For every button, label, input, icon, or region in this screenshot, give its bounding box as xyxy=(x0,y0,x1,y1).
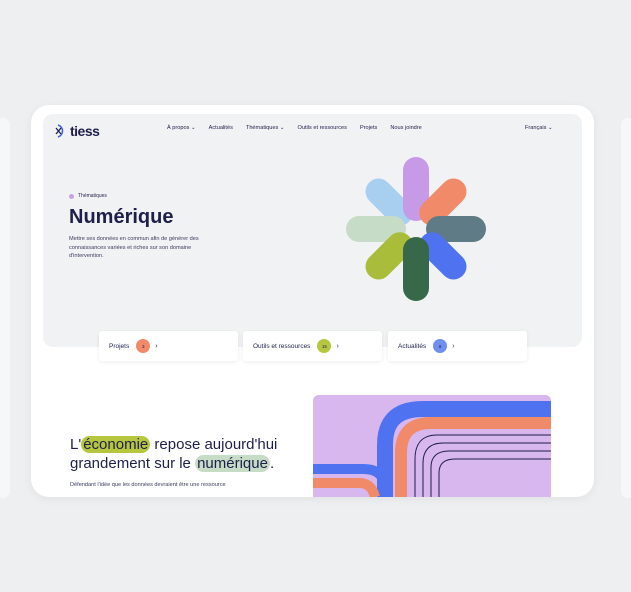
tag-label: Thématiques xyxy=(78,193,107,199)
abstract-illustration xyxy=(313,395,551,497)
nav-item-projets[interactable]: Projets xyxy=(360,125,377,131)
nav-item-thematiques[interactable]: Thématiques ⌄ xyxy=(246,125,285,131)
main-nav: À propos ⌄ Actualités Thématiques ⌄ Outi… xyxy=(167,125,422,131)
language-label: Français xyxy=(525,125,547,131)
chevron-right-icon: › xyxy=(336,342,339,350)
tile-outils[interactable]: Outils et ressources 15 › xyxy=(243,331,382,361)
tag-dot-icon xyxy=(69,193,74,199)
flower-illustration xyxy=(346,157,486,301)
site-logo[interactable]: tiess xyxy=(55,123,100,139)
chevron-right-icon: › xyxy=(452,342,455,350)
category-tag[interactable]: Thématiques xyxy=(69,193,107,199)
nav-item-actualites[interactable]: Actualités xyxy=(209,125,233,131)
chevron-down-icon: ⌄ xyxy=(548,125,553,131)
nav-item-a-propos[interactable]: À propos ⌄ xyxy=(167,125,196,131)
tile-actualites[interactable]: Actualités 8 › xyxy=(388,331,527,361)
chevron-down-icon: ⌄ xyxy=(279,125,285,131)
highlight-numerique: numérique xyxy=(195,455,270,472)
count-badge: 15 xyxy=(317,339,332,353)
nav-item-outils[interactable]: Outils et ressources xyxy=(298,125,347,131)
side-card-right xyxy=(621,118,631,498)
nav-item-nous-joindre[interactable]: Nous joindre xyxy=(390,125,421,131)
page-preview-card: tiess À propos ⌄ Actualités Thématiques … xyxy=(31,105,594,497)
hero-description: Mettre ses données en commun afin de gén… xyxy=(69,236,199,260)
tile-label: Actualités xyxy=(398,342,427,350)
side-card-left xyxy=(0,118,10,498)
logo-mark-icon xyxy=(55,124,64,138)
section-subtext: Défendant l'idée que les données devraie… xyxy=(70,482,226,488)
tile-projets[interactable]: Projets 3 › xyxy=(99,331,238,361)
page-title: Numérique xyxy=(69,206,174,228)
petal-green xyxy=(403,237,429,301)
count-badge: 3 xyxy=(136,339,151,353)
chevron-right-icon: › xyxy=(155,342,158,350)
count-badge: 8 xyxy=(433,339,448,353)
highlight-economie: économie xyxy=(81,436,151,453)
tile-label: Projets xyxy=(109,342,130,350)
chevron-down-icon: ⌄ xyxy=(190,125,196,131)
section-headline: L' économie repose aujourd'hui grandement… xyxy=(70,436,278,472)
language-selector[interactable]: Français ⌄ xyxy=(525,125,553,131)
tile-label: Outils et ressources xyxy=(253,342,311,350)
logo-text: tiess xyxy=(70,123,100,139)
